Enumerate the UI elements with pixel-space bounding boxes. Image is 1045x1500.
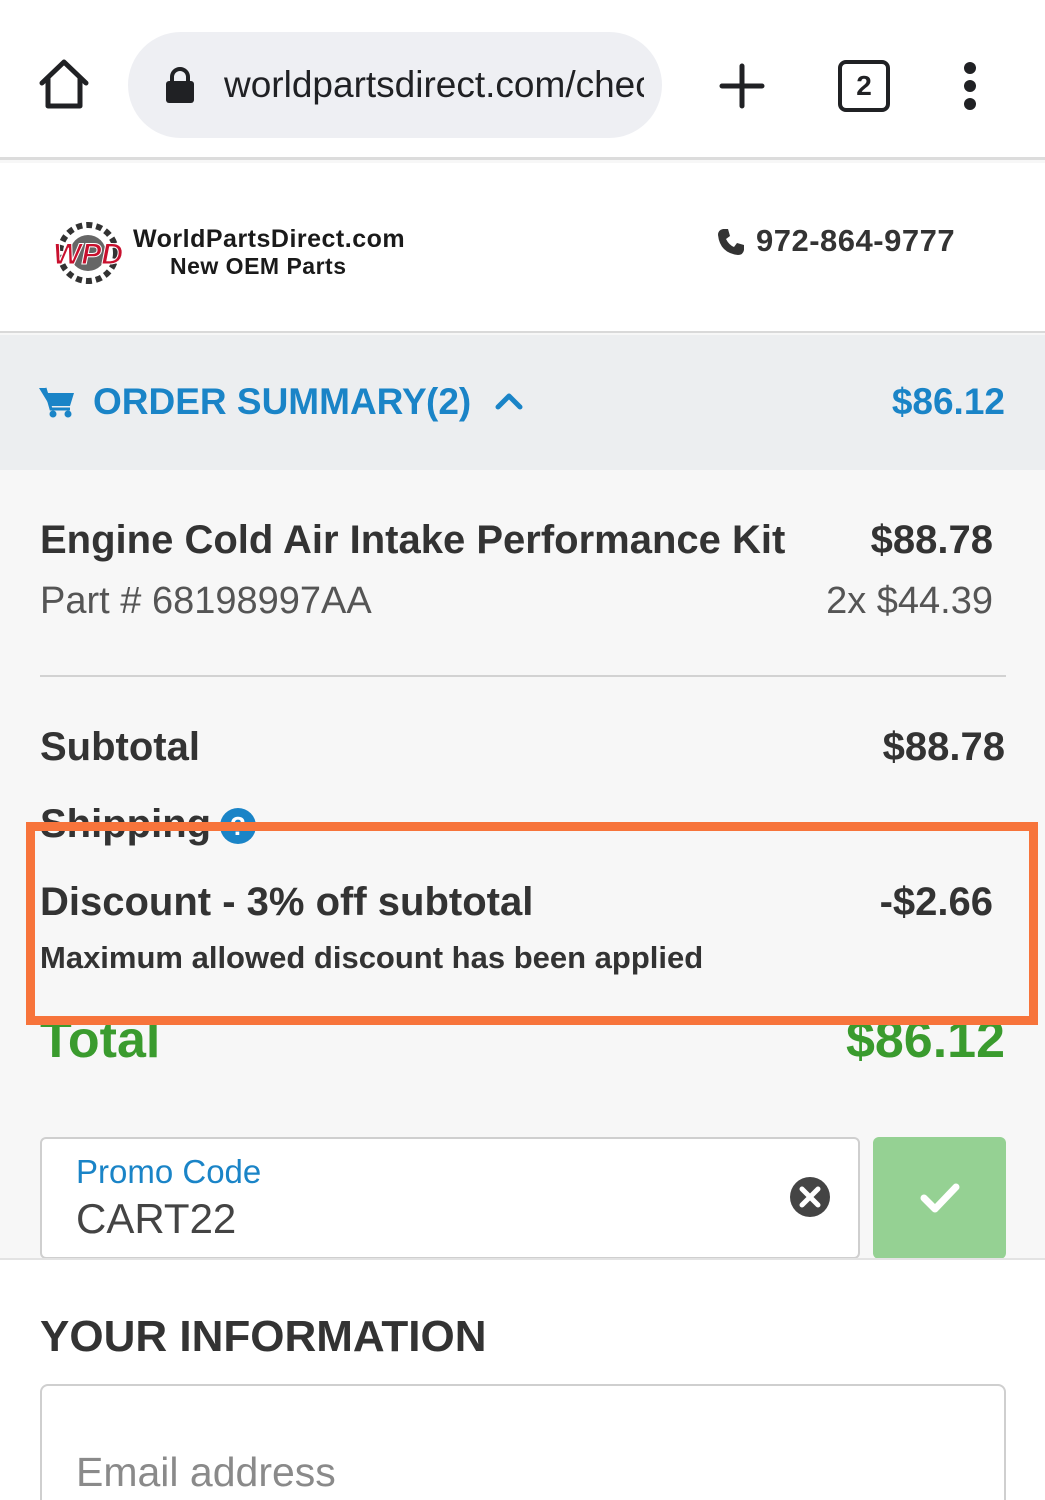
subtotal-value: $88.78 [882, 725, 1005, 769]
item-quantity-price: 2x $44.39 [826, 580, 993, 622]
checkout-page: worldpartsdirect.com/checkout 2 WPD Worl… [0, 0, 1045, 1500]
cart-icon [39, 387, 74, 418]
item-part-number: Part # 68198997AA [40, 580, 372, 622]
item-name: Engine Cold Air Intake Performance Kit [40, 518, 786, 562]
order-summary-count: (2) [426, 381, 472, 422]
address-bar[interactable]: worldpartsdirect.com/checkout [128, 32, 662, 138]
tab-switcher-button[interactable]: 2 [838, 60, 890, 112]
site-header: WPD WorldPartsDirect.com New OEM Parts 9… [0, 163, 1045, 333]
apply-promo-button[interactable] [873, 1137, 1006, 1259]
svg-text:WPD: WPD [53, 238, 123, 271]
home-icon[interactable] [36, 56, 92, 112]
phone-icon [718, 229, 744, 255]
wpd-logo[interactable]: WPD [40, 221, 136, 285]
clear-icon[interactable] [788, 1175, 832, 1219]
order-summary-content: Engine Cold Air Intake Performance Kit $… [0, 470, 1045, 1260]
divider [40, 675, 1006, 677]
promo-code-label: Promo Code [76, 1153, 262, 1190]
check-icon [920, 1183, 959, 1213]
brand-tagline: New OEM Parts [170, 253, 347, 279]
plus-icon[interactable] [716, 60, 768, 112]
email-field[interactable] [40, 1384, 1006, 1500]
subtotal-label: Subtotal [40, 725, 200, 769]
your-information-section: YOUR INFORMATION [0, 1258, 1045, 1500]
order-summary-total: $86.12 [891, 381, 1005, 422]
phone-number-link[interactable]: 972-864-9777 [756, 223, 955, 259]
order-summary-toggle[interactable]: ORDER SUMMARY (2) $86.12 [0, 335, 1045, 470]
promo-code-input[interactable]: CART22 [76, 1195, 236, 1243]
browser-toolbar: worldpartsdirect.com/checkout 2 [0, 0, 1045, 160]
chevron-up-icon [495, 393, 523, 410]
discount-highlight-box [26, 822, 1038, 1025]
promo-code-field[interactable]: Promo Code CART22 [40, 1137, 860, 1259]
order-summary-label: ORDER SUMMARY [93, 381, 427, 422]
more-vert-icon[interactable] [950, 60, 990, 112]
brand-name[interactable]: WorldPartsDirect.com [133, 225, 405, 254]
item-price: $88.78 [870, 518, 993, 562]
lock-icon [166, 67, 194, 103]
url-text: worldpartsdirect.com/checkout [224, 64, 644, 105]
your-information-title: YOUR INFORMATION [40, 1312, 487, 1361]
